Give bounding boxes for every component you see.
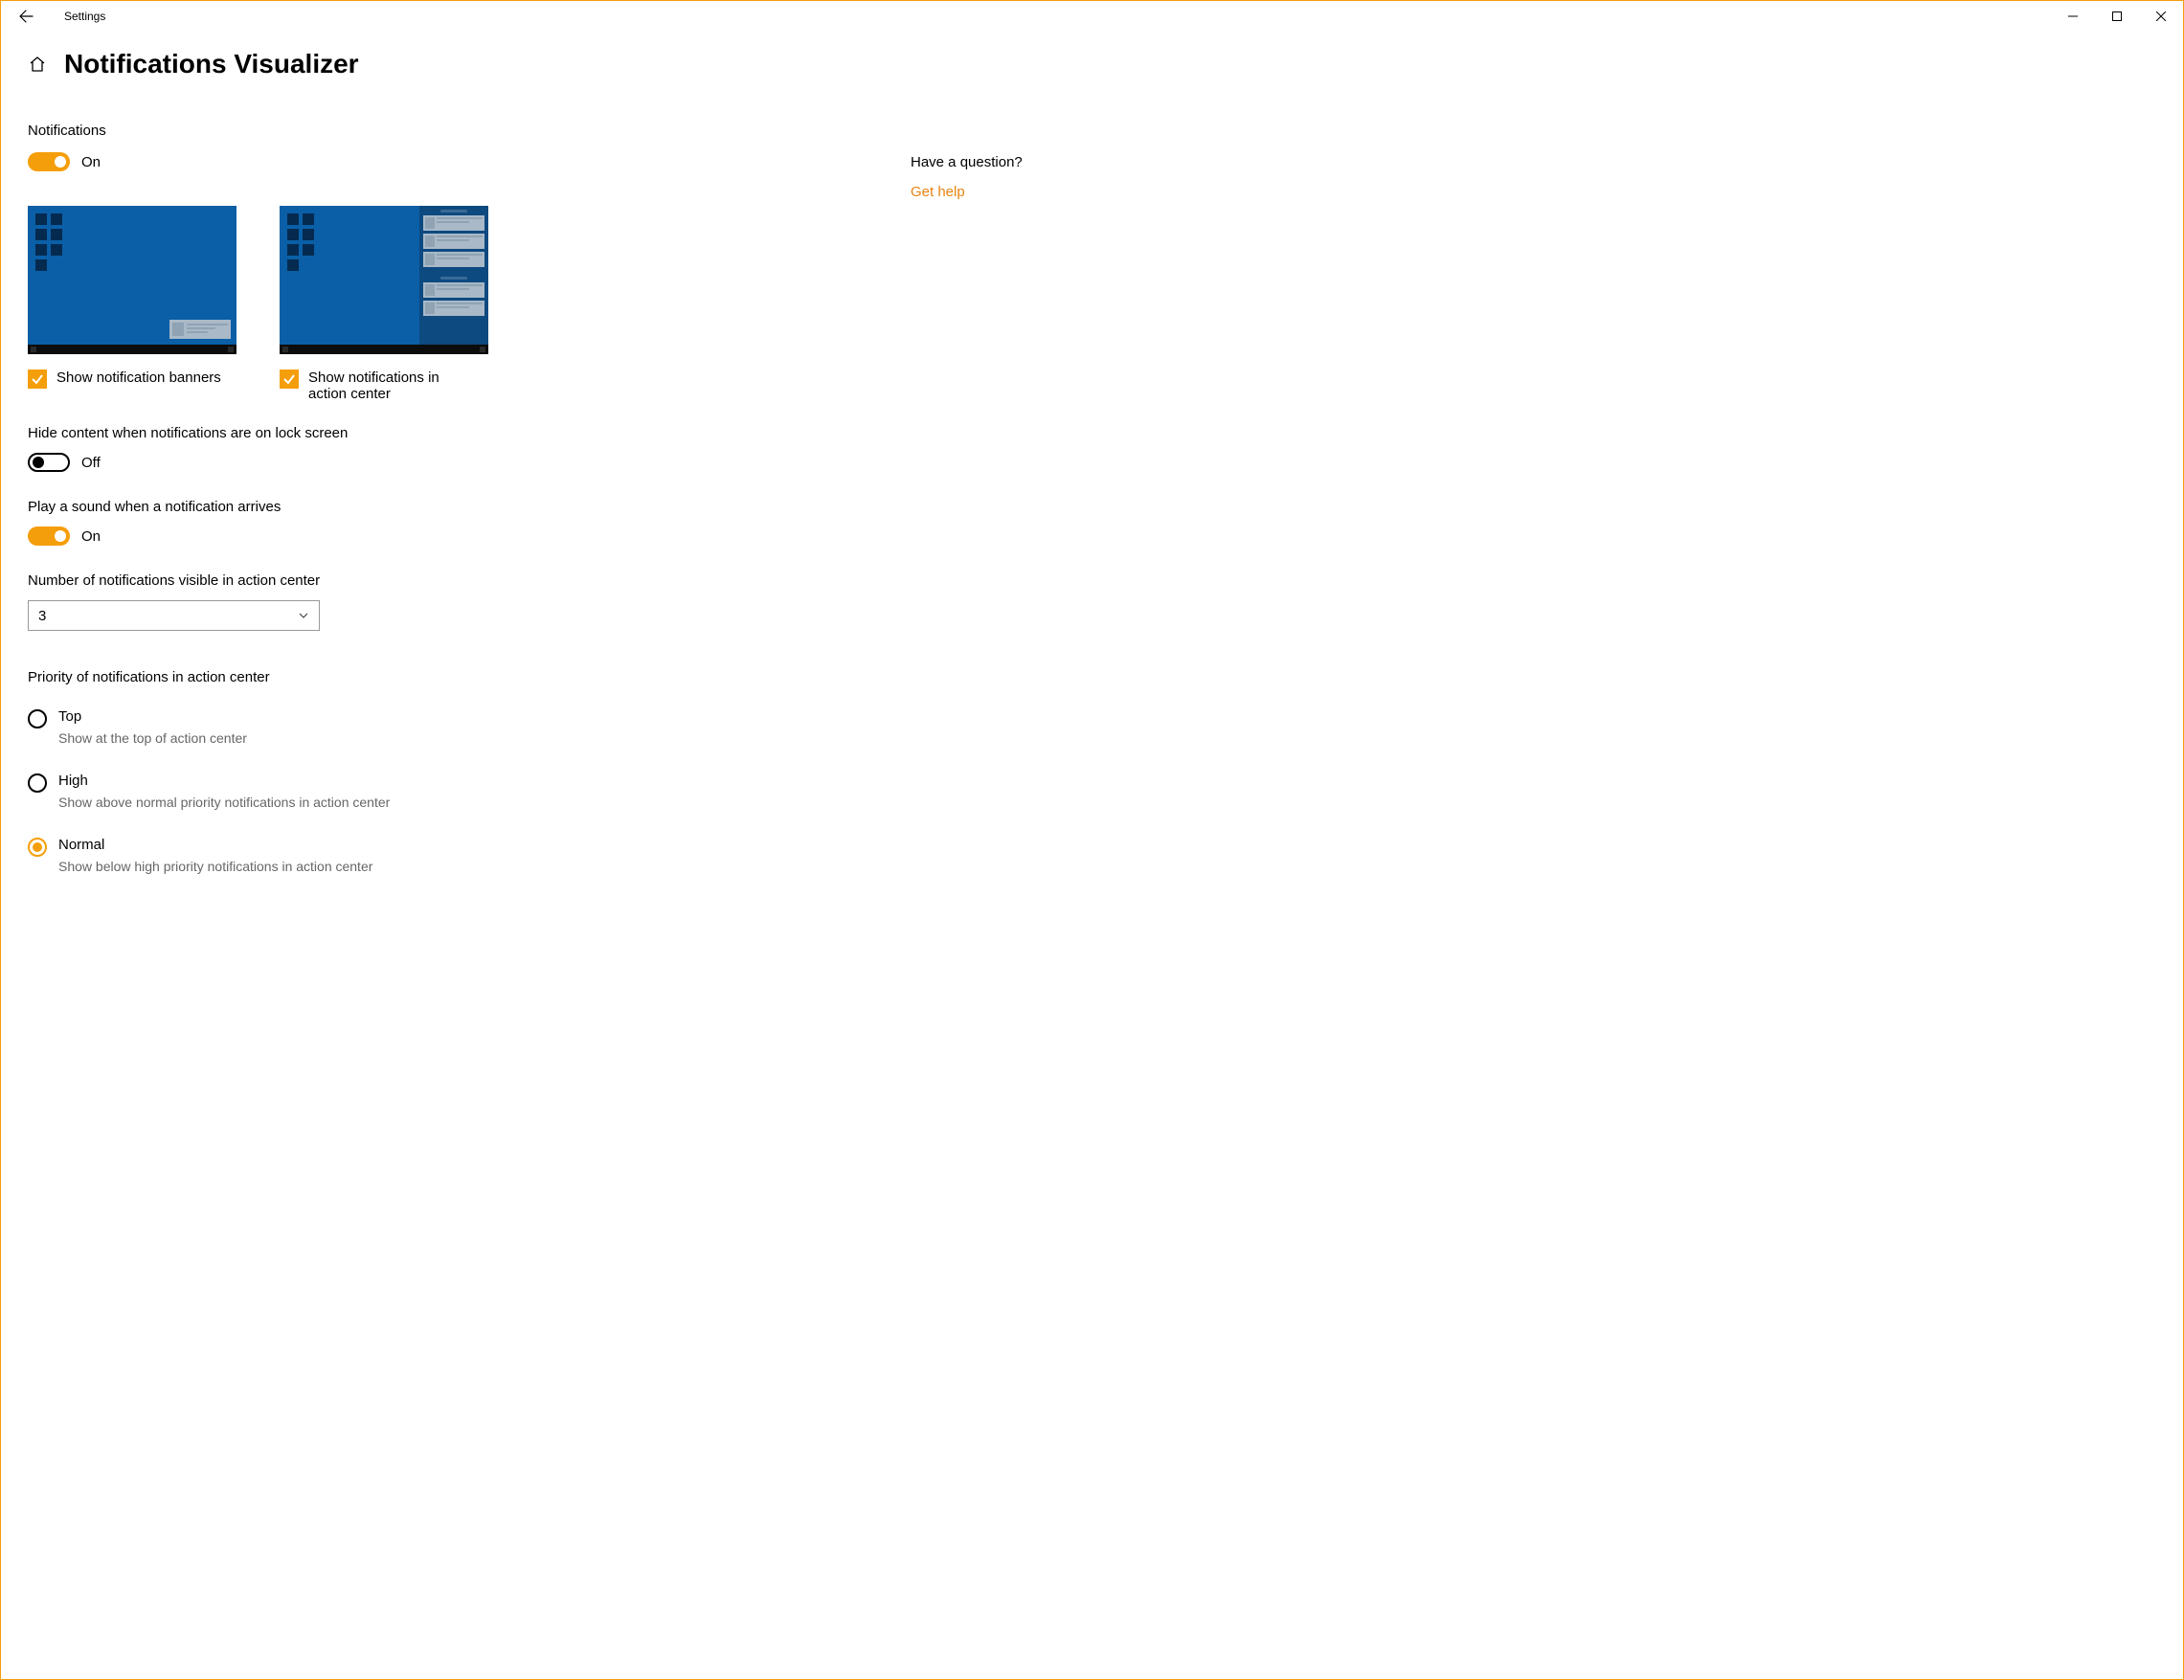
number-visible-label: Number of notifications visible in actio… <box>28 572 641 589</box>
preview-toast-icon <box>169 320 231 339</box>
checkmark-icon <box>31 372 44 386</box>
preview-tiles-icon <box>35 213 62 271</box>
priority-option-normal[interactable]: Normal Show below high priority notifica… <box>28 837 641 874</box>
priority-top-desc: Show at the top of action center <box>58 730 247 746</box>
show-banners-checkbox[interactable] <box>28 370 47 389</box>
page-title: Notifications Visualizer <box>64 49 359 79</box>
minimize-icon <box>2068 11 2078 21</box>
radio-high[interactable] <box>28 773 47 793</box>
priority-top-title: Top <box>58 708 247 725</box>
priority-option-high[interactable]: High Show above normal priority notifica… <box>28 773 641 810</box>
play-sound-state: On <box>81 528 101 545</box>
titlebar: Settings <box>1 1 2183 32</box>
preview-taskbar-icon <box>28 345 236 354</box>
preview-ac-panel-icon <box>419 206 488 345</box>
play-sound-toggle[interactable] <box>28 526 70 546</box>
notifications-toggle[interactable] <box>28 152 70 171</box>
preview-taskbar-icon <box>280 345 488 354</box>
priority-high-desc: Show above normal priority notifications… <box>58 795 390 810</box>
number-visible-value: 3 <box>38 608 46 624</box>
page-header: Notifications Visualizer <box>28 49 2156 79</box>
home-icon[interactable] <box>28 55 47 74</box>
radio-normal[interactable] <box>28 838 47 857</box>
titlebar-left: Settings <box>7 1 105 32</box>
help-heading: Have a question? <box>911 154 1023 170</box>
show-banners-label: Show notification banners <box>56 370 221 386</box>
page-content: Notifications Visualizer Have a question… <box>1 32 2183 1679</box>
hide-content-label: Hide content when notifications are on l… <box>28 425 641 441</box>
maximize-button[interactable] <box>2095 1 2139 32</box>
show-actioncenter-checkbox[interactable] <box>280 370 299 389</box>
close-icon <box>2156 11 2166 21</box>
get-help-link[interactable]: Get help <box>911 184 1023 200</box>
window-controls <box>2051 1 2183 32</box>
help-sidebar: Have a question? Get help <box>911 154 1023 200</box>
preview-row: Show notification banners <box>28 206 641 402</box>
notifications-state: On <box>81 154 101 170</box>
back-button[interactable] <box>7 1 45 32</box>
close-button[interactable] <box>2139 1 2183 32</box>
back-arrow-icon <box>18 9 34 24</box>
notifications-label: Notifications <box>28 123 641 139</box>
preview-banner-screen <box>28 206 236 345</box>
chevron-down-icon <box>298 610 309 621</box>
number-visible-dropdown[interactable]: 3 <box>28 600 320 631</box>
preview-tiles-icon <box>287 213 314 271</box>
preview-banner-box: Show notification banners <box>28 206 236 402</box>
notifications-toggle-row: On <box>28 152 641 171</box>
hide-content-state: Off <box>81 455 101 471</box>
preview-ac-screen <box>280 206 488 345</box>
priority-option-top[interactable]: Top Show at the top of action center <box>28 708 641 746</box>
priority-normal-title: Normal <box>58 837 372 853</box>
priority-label: Priority of notifications in action cent… <box>28 669 641 685</box>
hide-content-toggle[interactable] <box>28 453 70 472</box>
preview-actioncenter-box: Show notifications in action center <box>280 206 488 402</box>
show-actioncenter-label: Show notifications in action center <box>308 370 481 402</box>
minimize-button[interactable] <box>2051 1 2095 32</box>
checkmark-icon <box>282 372 296 386</box>
priority-normal-desc: Show below high priority notifications i… <box>58 859 372 874</box>
window-title: Settings <box>64 10 105 23</box>
maximize-icon <box>2112 11 2122 21</box>
play-sound-label: Play a sound when a notification arrives <box>28 499 641 515</box>
radio-top[interactable] <box>28 709 47 728</box>
priority-high-title: High <box>58 773 390 789</box>
